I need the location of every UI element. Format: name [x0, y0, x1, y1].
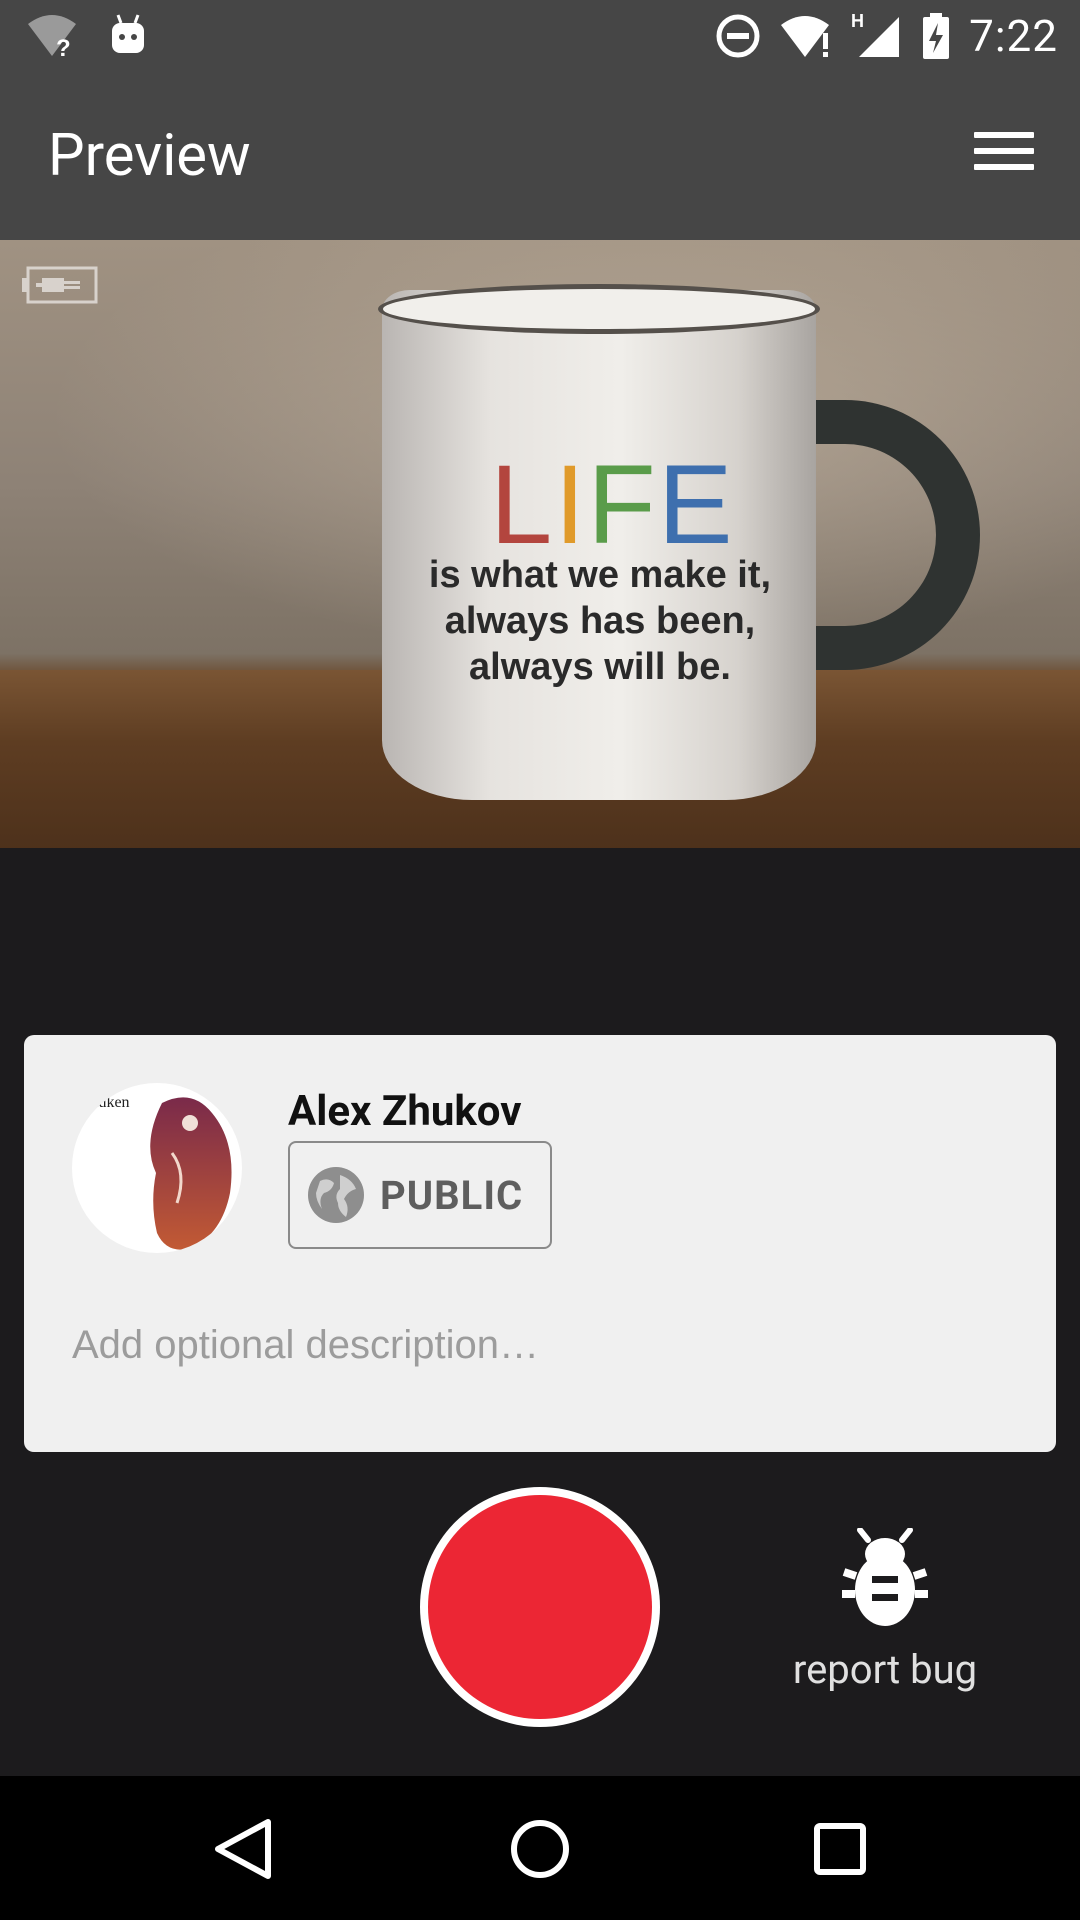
mug-rim [378, 284, 820, 334]
wifi-alert-icon [781, 16, 830, 57]
recents-square-icon[interactable] [805, 1814, 875, 1884]
visibility-label: PUBLIC [380, 1171, 524, 1219]
post-card: ıuken Alex Zhukov PUBLIC [24, 1035, 1056, 1452]
mug-letter: I [554, 442, 588, 567]
home-circle-icon[interactable] [505, 1814, 575, 1884]
battery-plug-icon [22, 266, 98, 304]
report-bug-label: report bug [792, 1646, 978, 1693]
mug-letter: E [657, 442, 735, 567]
menu-button[interactable] [974, 132, 1034, 176]
hamburger-menu-icon [974, 132, 1034, 138]
do-not-disturb-icon [716, 14, 760, 58]
status-bar: ? H 7:22 [0, 0, 1080, 72]
mug-quote: is what we make it, always has been, alw… [428, 554, 772, 688]
globe-icon [308, 1167, 364, 1223]
svg-text:H: H [851, 11, 864, 31]
description-field[interactable] [72, 1315, 1002, 1375]
status-right-icons: H 7:22 [715, 10, 1058, 62]
wifi-unknown-icon: ? [28, 15, 76, 58]
svg-text:?: ? [56, 35, 71, 58]
status-left-icons: ? [26, 12, 148, 58]
mug-life-text: LIFE [490, 440, 735, 569]
bug-icon [842, 1528, 928, 1626]
back-triangle-icon[interactable] [206, 1814, 276, 1884]
camera-preview[interactable]: LIFE is what we make it, always has been… [0, 240, 1080, 848]
hamburger-menu-icon-line [974, 148, 1034, 154]
report-bug-button[interactable]: report bug [770, 1528, 1000, 1698]
page-title: Preview [48, 122, 251, 190]
app-bar: Preview [0, 72, 1080, 240]
status-time: 7:22 [969, 10, 1058, 62]
user-name: Alex Zhukov [288, 1087, 522, 1136]
avatar-text: ıuken [94, 1094, 130, 1111]
cell-signal-h-icon: H [851, 11, 900, 57]
mug-letter: L [490, 442, 555, 567]
record-button[interactable] [420, 1487, 660, 1727]
record-icon [428, 1495, 652, 1719]
navigation-bar [0, 1776, 1080, 1920]
battery-charging-icon [923, 13, 950, 59]
user-avatar-image: ıuken [94, 1094, 232, 1250]
mug-letter: F [587, 442, 658, 567]
avatar[interactable]: ıuken [72, 1083, 242, 1253]
visibility-button[interactable]: PUBLIC [288, 1141, 552, 1249]
android-debug-icon [112, 14, 144, 53]
hamburger-menu-icon-line [974, 164, 1034, 170]
